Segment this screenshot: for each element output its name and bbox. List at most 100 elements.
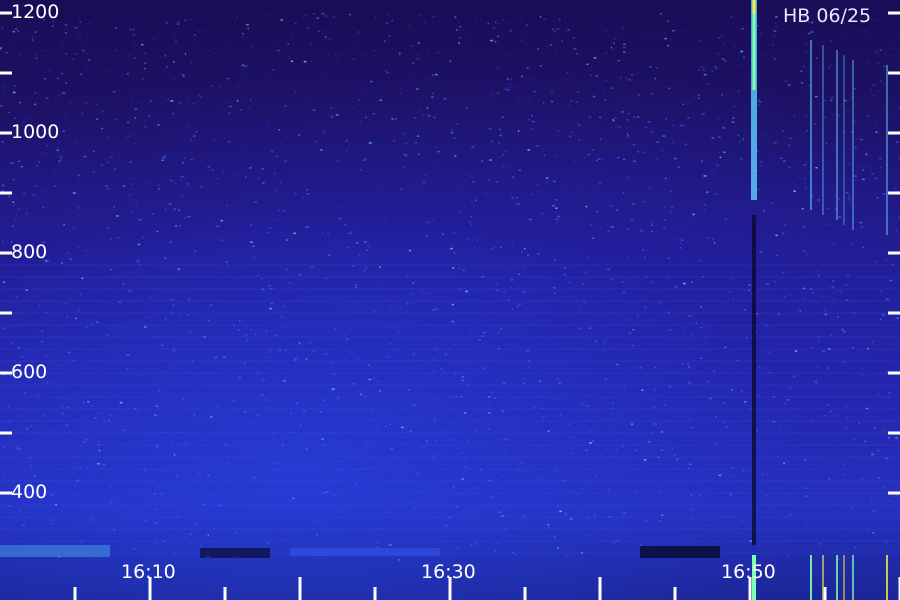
noise-speck xyxy=(102,176,104,179)
noise-speck xyxy=(730,79,734,81)
noise-speck xyxy=(157,389,161,392)
noise-speck xyxy=(62,129,65,131)
noise-speck xyxy=(160,368,163,370)
noise-speck xyxy=(800,82,804,84)
noise-speck xyxy=(830,40,833,42)
noise-speck xyxy=(414,243,416,246)
noise-speck xyxy=(647,215,649,217)
noise-speck xyxy=(168,203,172,205)
noise-speck xyxy=(507,110,509,113)
noise-speck xyxy=(351,44,353,47)
noise-speck xyxy=(739,140,741,143)
noise-speck xyxy=(587,153,591,156)
noise-speck xyxy=(325,296,327,298)
noise-speck xyxy=(405,215,408,218)
noise-speck xyxy=(368,378,372,381)
noise-speck xyxy=(680,241,682,244)
noise-speck xyxy=(775,26,778,28)
noise-speck xyxy=(501,410,505,412)
noise-speck xyxy=(503,165,505,167)
noise-speck xyxy=(190,61,193,64)
noise-speck xyxy=(13,222,16,225)
noise-speck xyxy=(193,414,196,416)
noise-speck xyxy=(505,88,507,91)
noise-speck xyxy=(236,337,239,339)
noise-speck xyxy=(817,199,820,201)
noise-speck xyxy=(543,416,545,418)
noise-speck xyxy=(726,198,730,200)
noise-speck xyxy=(83,155,87,158)
noise-speck xyxy=(10,162,14,164)
noise-speck xyxy=(172,401,174,403)
noise-speck xyxy=(366,170,369,173)
noise-speck xyxy=(632,344,635,347)
noise-speck xyxy=(671,447,673,450)
noise-speck xyxy=(316,17,320,19)
noise-speck xyxy=(842,361,846,363)
noise-speck xyxy=(286,239,288,241)
noise-speck xyxy=(605,52,607,54)
noise-speck xyxy=(661,431,663,433)
noise-speck xyxy=(129,54,132,56)
noise-speck xyxy=(17,346,21,349)
noise-speck xyxy=(354,284,358,286)
noise-speck xyxy=(804,177,806,180)
noise-speck xyxy=(452,438,455,441)
noise-speck xyxy=(134,142,137,145)
noise-speck xyxy=(321,132,325,135)
noise-speck xyxy=(358,255,361,257)
noise-speck xyxy=(617,260,619,262)
noise-speck xyxy=(617,100,620,102)
noise-speck xyxy=(131,295,135,298)
noise-speck xyxy=(564,513,567,516)
noise-speck xyxy=(408,249,412,252)
noise-speck xyxy=(495,542,498,545)
noise-speck xyxy=(829,410,832,413)
noise-speck xyxy=(670,206,674,208)
noise-speck xyxy=(490,363,493,365)
noise-speck xyxy=(556,28,559,30)
noise-speck xyxy=(284,530,286,533)
noise-speck xyxy=(240,265,243,267)
noise-speck xyxy=(560,413,562,416)
noise-speck xyxy=(438,149,441,151)
noise-speck xyxy=(542,122,545,124)
noise-speck xyxy=(558,382,562,384)
noise-speck xyxy=(2,184,5,187)
noise-speck xyxy=(635,365,638,367)
noise-speck xyxy=(807,32,811,35)
noise-speck xyxy=(459,37,461,39)
noise-speck xyxy=(349,13,352,16)
noise-speck xyxy=(62,375,65,378)
noise-speck xyxy=(574,434,576,437)
noise-speck xyxy=(82,441,86,443)
noise-speck xyxy=(13,41,16,43)
noise-speck xyxy=(17,69,20,71)
noise-speck xyxy=(350,316,354,319)
noise-speck xyxy=(112,355,116,358)
noise-speck xyxy=(715,416,717,418)
noise-speck xyxy=(833,243,835,245)
noise-speck xyxy=(871,453,874,456)
noise-speck xyxy=(654,249,657,251)
noise-speck xyxy=(702,90,706,92)
noise-speck xyxy=(516,180,518,183)
noise-speck xyxy=(861,490,864,493)
noise-speck xyxy=(845,284,848,286)
noise-speck xyxy=(228,112,231,114)
noise-speck xyxy=(417,153,420,156)
noise-speck xyxy=(241,36,243,38)
noise-speck xyxy=(569,447,572,450)
noise-speck xyxy=(500,246,502,249)
noise-speck xyxy=(838,114,840,117)
noise-speck xyxy=(74,317,78,320)
noise-speck xyxy=(877,449,880,452)
noise-speck xyxy=(812,220,815,222)
noise-speck xyxy=(542,441,545,443)
noise-speck xyxy=(574,48,577,50)
noise-speck xyxy=(15,447,18,449)
noise-speck xyxy=(700,65,702,68)
noise-speck xyxy=(180,178,182,181)
noise-speck xyxy=(723,180,726,183)
noise-speck xyxy=(508,83,512,85)
